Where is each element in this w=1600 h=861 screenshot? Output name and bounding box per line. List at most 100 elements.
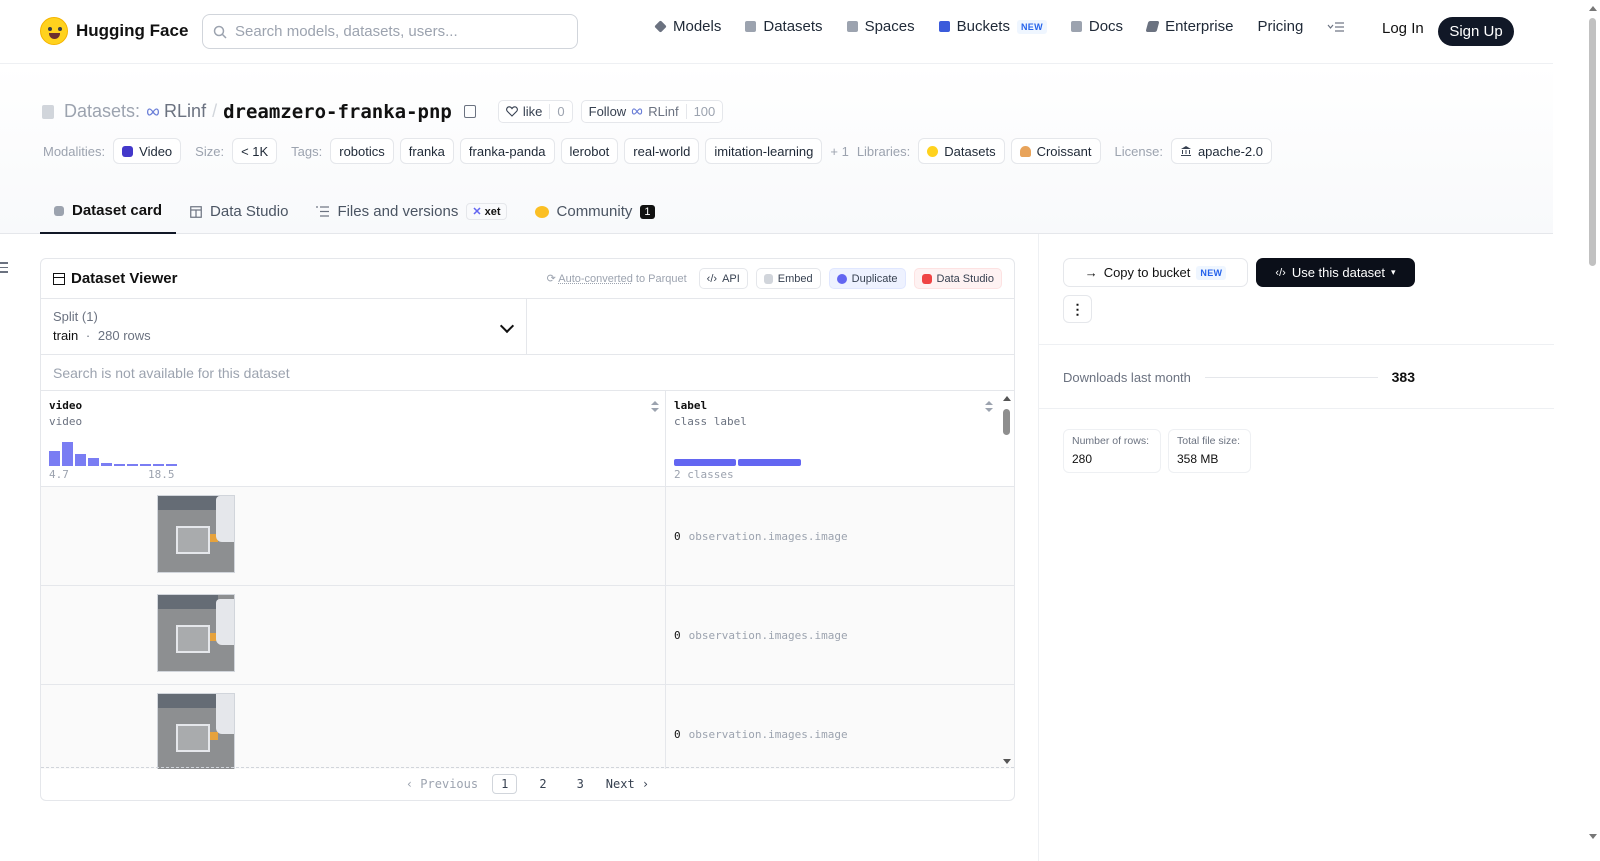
tag-modality-video[interactable]: Video	[113, 138, 182, 164]
nav-docs[interactable]: Docs	[1070, 18, 1123, 35]
column-header-label[interactable]: label class label 2 classes	[666, 391, 999, 486]
page-3-button[interactable]: 3	[569, 775, 592, 793]
data-studio-button[interactable]: Data Studio	[913, 268, 1002, 289]
dataset-viewer: Dataset Viewer ⟳ Auto-converted to Parqu…	[40, 258, 1015, 801]
sort-icon[interactable]	[985, 401, 993, 413]
tag-franka[interactable]: franka	[399, 138, 454, 164]
login-link[interactable]: Log In	[1382, 20, 1424, 37]
datasets-icon	[745, 21, 757, 32]
repo-name-link[interactable]: dreamzero-franka-pnp	[223, 101, 452, 123]
video-thumbnail[interactable]	[157, 693, 235, 769]
label-index: 0	[674, 529, 681, 543]
split-dropdown[interactable]: Split (1) train · 280 rows	[41, 299, 527, 354]
tag-real-world[interactable]: real-world	[624, 138, 700, 164]
embed-button[interactable]: Embed	[755, 268, 821, 289]
nav-more-menu[interactable]	[1327, 21, 1345, 33]
global-search[interactable]	[202, 14, 578, 49]
page-scroll-down-icon[interactable]	[1589, 834, 1597, 839]
nav-datasets[interactable]: Datasets	[745, 18, 823, 35]
page-scrollbar[interactable]	[1585, 0, 1600, 861]
bank-icon	[1180, 146, 1191, 156]
tags-more-button[interactable]: + 1	[830, 144, 848, 159]
video-thumbnail[interactable]	[157, 594, 235, 672]
nav-models[interactable]: Models	[654, 18, 721, 35]
histogram-bar[interactable]	[127, 464, 138, 466]
tag-lerobot[interactable]: lerobot	[560, 138, 619, 164]
tag-size[interactable]: < 1K	[232, 138, 278, 164]
histogram-bar[interactable]	[62, 442, 73, 466]
page-scrollbar-thumb[interactable]	[1589, 18, 1596, 266]
auto-converted-link[interactable]: Auto-converted	[558, 273, 633, 285]
home-logo-link[interactable]: Hugging Face	[40, 17, 188, 45]
page-1-button[interactable]: 1	[492, 774, 518, 794]
downloads-label: Downloads last month	[1063, 369, 1191, 385]
table-row[interactable]: 0 observation.images.image	[41, 685, 1014, 769]
tag-imitation-learning[interactable]: imitation-learning	[705, 138, 823, 164]
previous-page-button[interactable]: ‹ Previous	[406, 777, 478, 791]
file-size-stat: Total file size: 358 MB	[1168, 429, 1251, 473]
copy-to-bucket-button[interactable]: → Copy to bucket NEW	[1063, 258, 1248, 287]
video-cell[interactable]	[41, 586, 666, 684]
rows-stat-label: Number of rows:	[1072, 435, 1150, 447]
histogram-bar[interactable]	[88, 458, 99, 466]
hf-emoji-icon	[927, 145, 939, 157]
search-input[interactable]	[235, 23, 555, 40]
sort-icon[interactable]	[651, 401, 659, 413]
library-croissant[interactable]: Croissant	[1010, 138, 1101, 164]
like-button[interactable]: like 0	[497, 100, 573, 123]
duplicate-button[interactable]: Duplicate	[828, 268, 906, 289]
nav-enterprise[interactable]: Enterprise	[1145, 18, 1233, 35]
use-this-dataset-button[interactable]: ‹/› Use this dataset ▾	[1256, 258, 1415, 287]
more-options-button[interactable]: ⋮	[1063, 295, 1092, 323]
histogram-bar[interactable]	[140, 464, 151, 466]
nav-spaces[interactable]: Spaces	[846, 18, 915, 35]
org-infinity-icon	[147, 107, 160, 116]
video-cell[interactable]	[41, 487, 666, 585]
column-header-video[interactable]: video video 4.7 18.5	[41, 391, 666, 486]
embed-icon	[763, 273, 773, 284]
video-thumbnail[interactable]	[157, 495, 235, 573]
license-tag[interactable]: apache-2.0	[1170, 138, 1272, 164]
table-row[interactable]: 0 observation.images.image	[41, 487, 1014, 586]
tab-data-studio[interactable]: Data Studio	[176, 189, 302, 234]
histogram-bar[interactable]	[114, 463, 125, 466]
follow-label: Follow	[588, 104, 627, 119]
tab-community[interactable]: Community 1	[521, 189, 669, 234]
tab-community-label: Community	[556, 203, 633, 220]
copy-icon[interactable]	[463, 105, 476, 118]
table-row[interactable]: 0 observation.images.image	[41, 586, 1014, 685]
tag-robotics[interactable]: robotics	[330, 138, 394, 164]
tab-dataset-card[interactable]: Dataset card	[40, 189, 177, 234]
histogram-bar[interactable]	[153, 464, 164, 466]
tab-files-and-versions[interactable]: Files and versions ✕ xet	[302, 189, 520, 234]
histogram-bar[interactable]	[166, 464, 177, 466]
brand-name: Hugging Face	[76, 21, 189, 40]
class-bar[interactable]	[738, 459, 801, 466]
signup-button[interactable]: Sign Up	[1438, 17, 1514, 46]
next-page-button[interactable]: Next ›	[606, 777, 649, 791]
nav-pricing[interactable]: Pricing	[1257, 18, 1303, 35]
tag-franka-panda[interactable]: franka-panda	[459, 138, 555, 164]
code-icon: ‹/›	[1275, 266, 1286, 279]
xet-badge: ✕ xet	[466, 203, 507, 220]
label-index: 0	[674, 727, 681, 741]
histogram-bar[interactable]	[49, 450, 60, 466]
follow-button[interactable]: Follow RLinf 100	[580, 100, 724, 123]
histogram-bar[interactable]	[75, 454, 86, 466]
divider	[1039, 344, 1554, 345]
api-button[interactable]: ‹/› API	[698, 268, 748, 289]
scroll-up-icon[interactable]	[1003, 396, 1011, 401]
page-scroll-up-icon[interactable]	[1589, 6, 1597, 11]
library-datasets[interactable]: Datasets	[918, 138, 1005, 164]
repo-org-link[interactable]: RLinf	[146, 101, 206, 122]
scroll-down-icon[interactable]	[1003, 759, 1011, 764]
video-cell[interactable]	[41, 685, 666, 769]
page-2-button[interactable]: 2	[531, 775, 554, 793]
class-bar[interactable]	[674, 459, 736, 466]
table-scrollbar[interactable]	[1002, 391, 1012, 769]
histogram-bar[interactable]	[101, 462, 112, 466]
repo-org-name: RLinf	[164, 101, 207, 121]
nav-buckets[interactable]: Buckets NEW	[938, 18, 1047, 35]
toc-toggle-icon[interactable]	[0, 262, 8, 274]
scrollbar-thumb[interactable]	[1003, 409, 1010, 435]
